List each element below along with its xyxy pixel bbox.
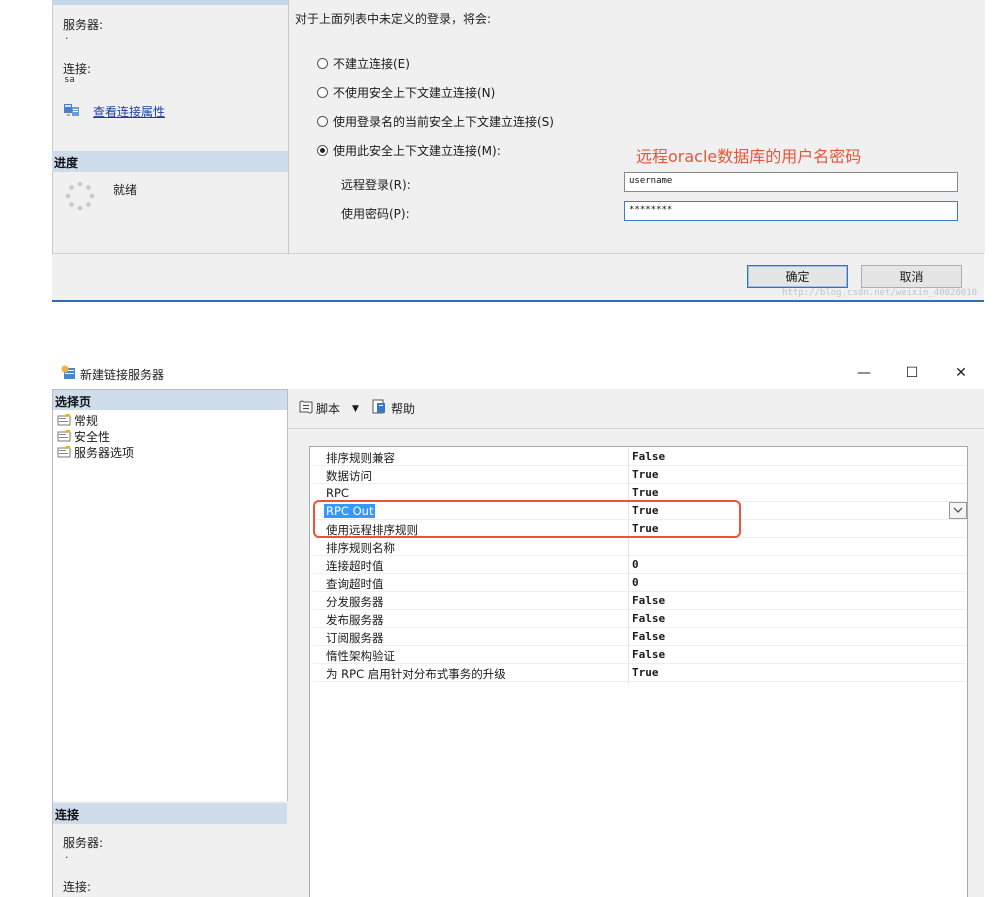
- toolbar-divider: [288, 428, 984, 429]
- radio-no-security-context[interactable]: 不使用安全上下文建立连接(N): [317, 84, 495, 101]
- option-row[interactable]: 订阅服务器 False: [313, 628, 966, 646]
- option-row[interactable]: 连接超时值 0: [313, 556, 966, 574]
- option-value[interactable]: False: [632, 630, 665, 643]
- radio-button[interactable]: [317, 87, 328, 98]
- option-name: 数据访问: [326, 469, 372, 483]
- nav-item-label: 安全性: [74, 429, 111, 444]
- page-icon: [57, 430, 71, 442]
- server-label: 服务器:: [63, 18, 104, 32]
- option-value[interactable]: 0: [632, 576, 639, 589]
- nav-list: 常规 安全性 服务器选项: [52, 412, 288, 460]
- radio-label: 不使用安全上下文建立连接(N): [333, 86, 496, 100]
- connection-label: 连接:: [63, 880, 92, 894]
- ok-button[interactable]: 确定: [747, 265, 848, 288]
- radio-label: 使用此安全上下文建立连接(M):: [333, 144, 501, 158]
- option-value[interactable]: False: [632, 594, 665, 607]
- nav-item-security[interactable]: 安全性: [52, 428, 288, 444]
- option-value[interactable]: False: [632, 648, 665, 661]
- option-value[interactable]: 0: [632, 558, 639, 571]
- option-name: 查询超时值: [326, 577, 384, 591]
- option-row[interactable]: 分发服务器 False: [313, 592, 966, 610]
- watermark: http://blog.csdn.net/weixin_40026010: [782, 288, 978, 298]
- script-icon[interactable]: [298, 399, 314, 415]
- option-row[interactable]: 排序规则兼容 False: [313, 448, 966, 466]
- server-value: .: [64, 851, 70, 861]
- server-value: .: [64, 32, 70, 42]
- help-button[interactable]: 帮助: [391, 400, 415, 417]
- option-value[interactable]: False: [632, 612, 665, 625]
- nav-item-label: 常规: [74, 413, 99, 428]
- undefined-login-intro: 对于上面列表中未定义的登录，将会:: [295, 12, 492, 26]
- password-input[interactable]: ********: [624, 201, 958, 221]
- option-row[interactable]: 惰性架构验证 False: [313, 646, 966, 664]
- remote-login-input[interactable]: username: [624, 172, 958, 192]
- option-value[interactable]: True: [632, 666, 659, 679]
- row-divider: [313, 681, 966, 682]
- nav-item-general[interactable]: 常规: [52, 412, 288, 428]
- radio-label: 不建立连接(E): [333, 57, 410, 71]
- window-border: [52, 300, 984, 302]
- option-row[interactable]: 发布服务器 False: [313, 610, 966, 628]
- option-name: RPC: [326, 486, 349, 500]
- radio-button[interactable]: [317, 116, 328, 127]
- connection-panel: [52, 0, 289, 253]
- radio-current-context[interactable]: 使用登录名的当前安全上下文建立连接(S): [317, 113, 554, 130]
- option-name: 发布服务器: [326, 613, 384, 627]
- option-name: 排序规则名称: [326, 541, 395, 555]
- option-name: 排序规则兼容: [326, 451, 395, 465]
- progress-header: 进度: [52, 151, 288, 172]
- radio-this-security-context[interactable]: 使用此安全上下文建立连接(M):: [317, 142, 501, 159]
- option-row[interactable]: 数据访问 True: [313, 466, 966, 484]
- option-name: 为 RPC 启用针对分布式事务的升级: [326, 667, 506, 681]
- progress-spinner-icon: [65, 181, 95, 211]
- page-icon: [57, 446, 71, 458]
- cancel-button[interactable]: 取消: [861, 265, 962, 288]
- maximize-button[interactable]: ☐: [901, 362, 923, 384]
- option-row[interactable]: 查询超时值 0: [313, 574, 966, 592]
- option-row[interactable]: 排序规则名称: [313, 538, 966, 556]
- option-value[interactable]: True: [632, 468, 659, 481]
- select-page-header: 选择页: [53, 390, 287, 410]
- nav-item-label: 服务器选项: [74, 445, 135, 460]
- chevron-down-icon[interactable]: ▼: [352, 404, 359, 414]
- window-title: 新建链接服务器: [80, 368, 165, 382]
- connection-properties-icon[interactable]: [64, 103, 80, 117]
- annotation-note: 远程oracle数据库的用户名密码: [636, 147, 862, 166]
- progress-status: 就绪: [113, 183, 138, 197]
- page-icon: [57, 414, 71, 426]
- close-button[interactable]: ✕: [950, 362, 972, 384]
- nav-item-server-options[interactable]: 服务器选项: [52, 444, 288, 460]
- radio-label: 使用登录名的当前安全上下文建立连接(S): [333, 115, 554, 129]
- option-value[interactable]: False: [632, 450, 665, 463]
- radio-no-connection[interactable]: 不建立连接(E): [317, 55, 410, 72]
- panel-header-strip: [52, 0, 288, 5]
- remote-login-label: 远程登录(R):: [341, 178, 411, 192]
- script-button[interactable]: 脚本: [316, 400, 340, 417]
- minimize-button[interactable]: —: [853, 362, 875, 384]
- option-name: 连接超时值: [326, 559, 384, 573]
- radio-button[interactable]: [317, 58, 328, 69]
- linked-server-icon: [61, 365, 77, 380]
- option-name: 订阅服务器: [326, 631, 384, 645]
- connection-value: sa: [64, 75, 75, 85]
- server-label: 服务器:: [63, 836, 104, 850]
- value-dropdown-button[interactable]: [949, 502, 967, 519]
- option-name: 分发服务器: [326, 595, 384, 609]
- help-icon[interactable]: [371, 399, 387, 415]
- window-title-bar[interactable]: [52, 357, 984, 389]
- connection-header: 连接: [53, 803, 287, 824]
- view-connection-properties-link[interactable]: 查看连接属性: [93, 103, 165, 120]
- annotation-highlight: [313, 500, 741, 538]
- radio-button-selected[interactable]: [317, 145, 328, 156]
- password-label: 使用密码(P):: [341, 207, 410, 221]
- option-value[interactable]: True: [632, 486, 659, 499]
- option-row[interactable]: 为 RPC 启用针对分布式事务的升级 True: [313, 664, 966, 682]
- option-name: 惰性架构验证: [326, 649, 395, 663]
